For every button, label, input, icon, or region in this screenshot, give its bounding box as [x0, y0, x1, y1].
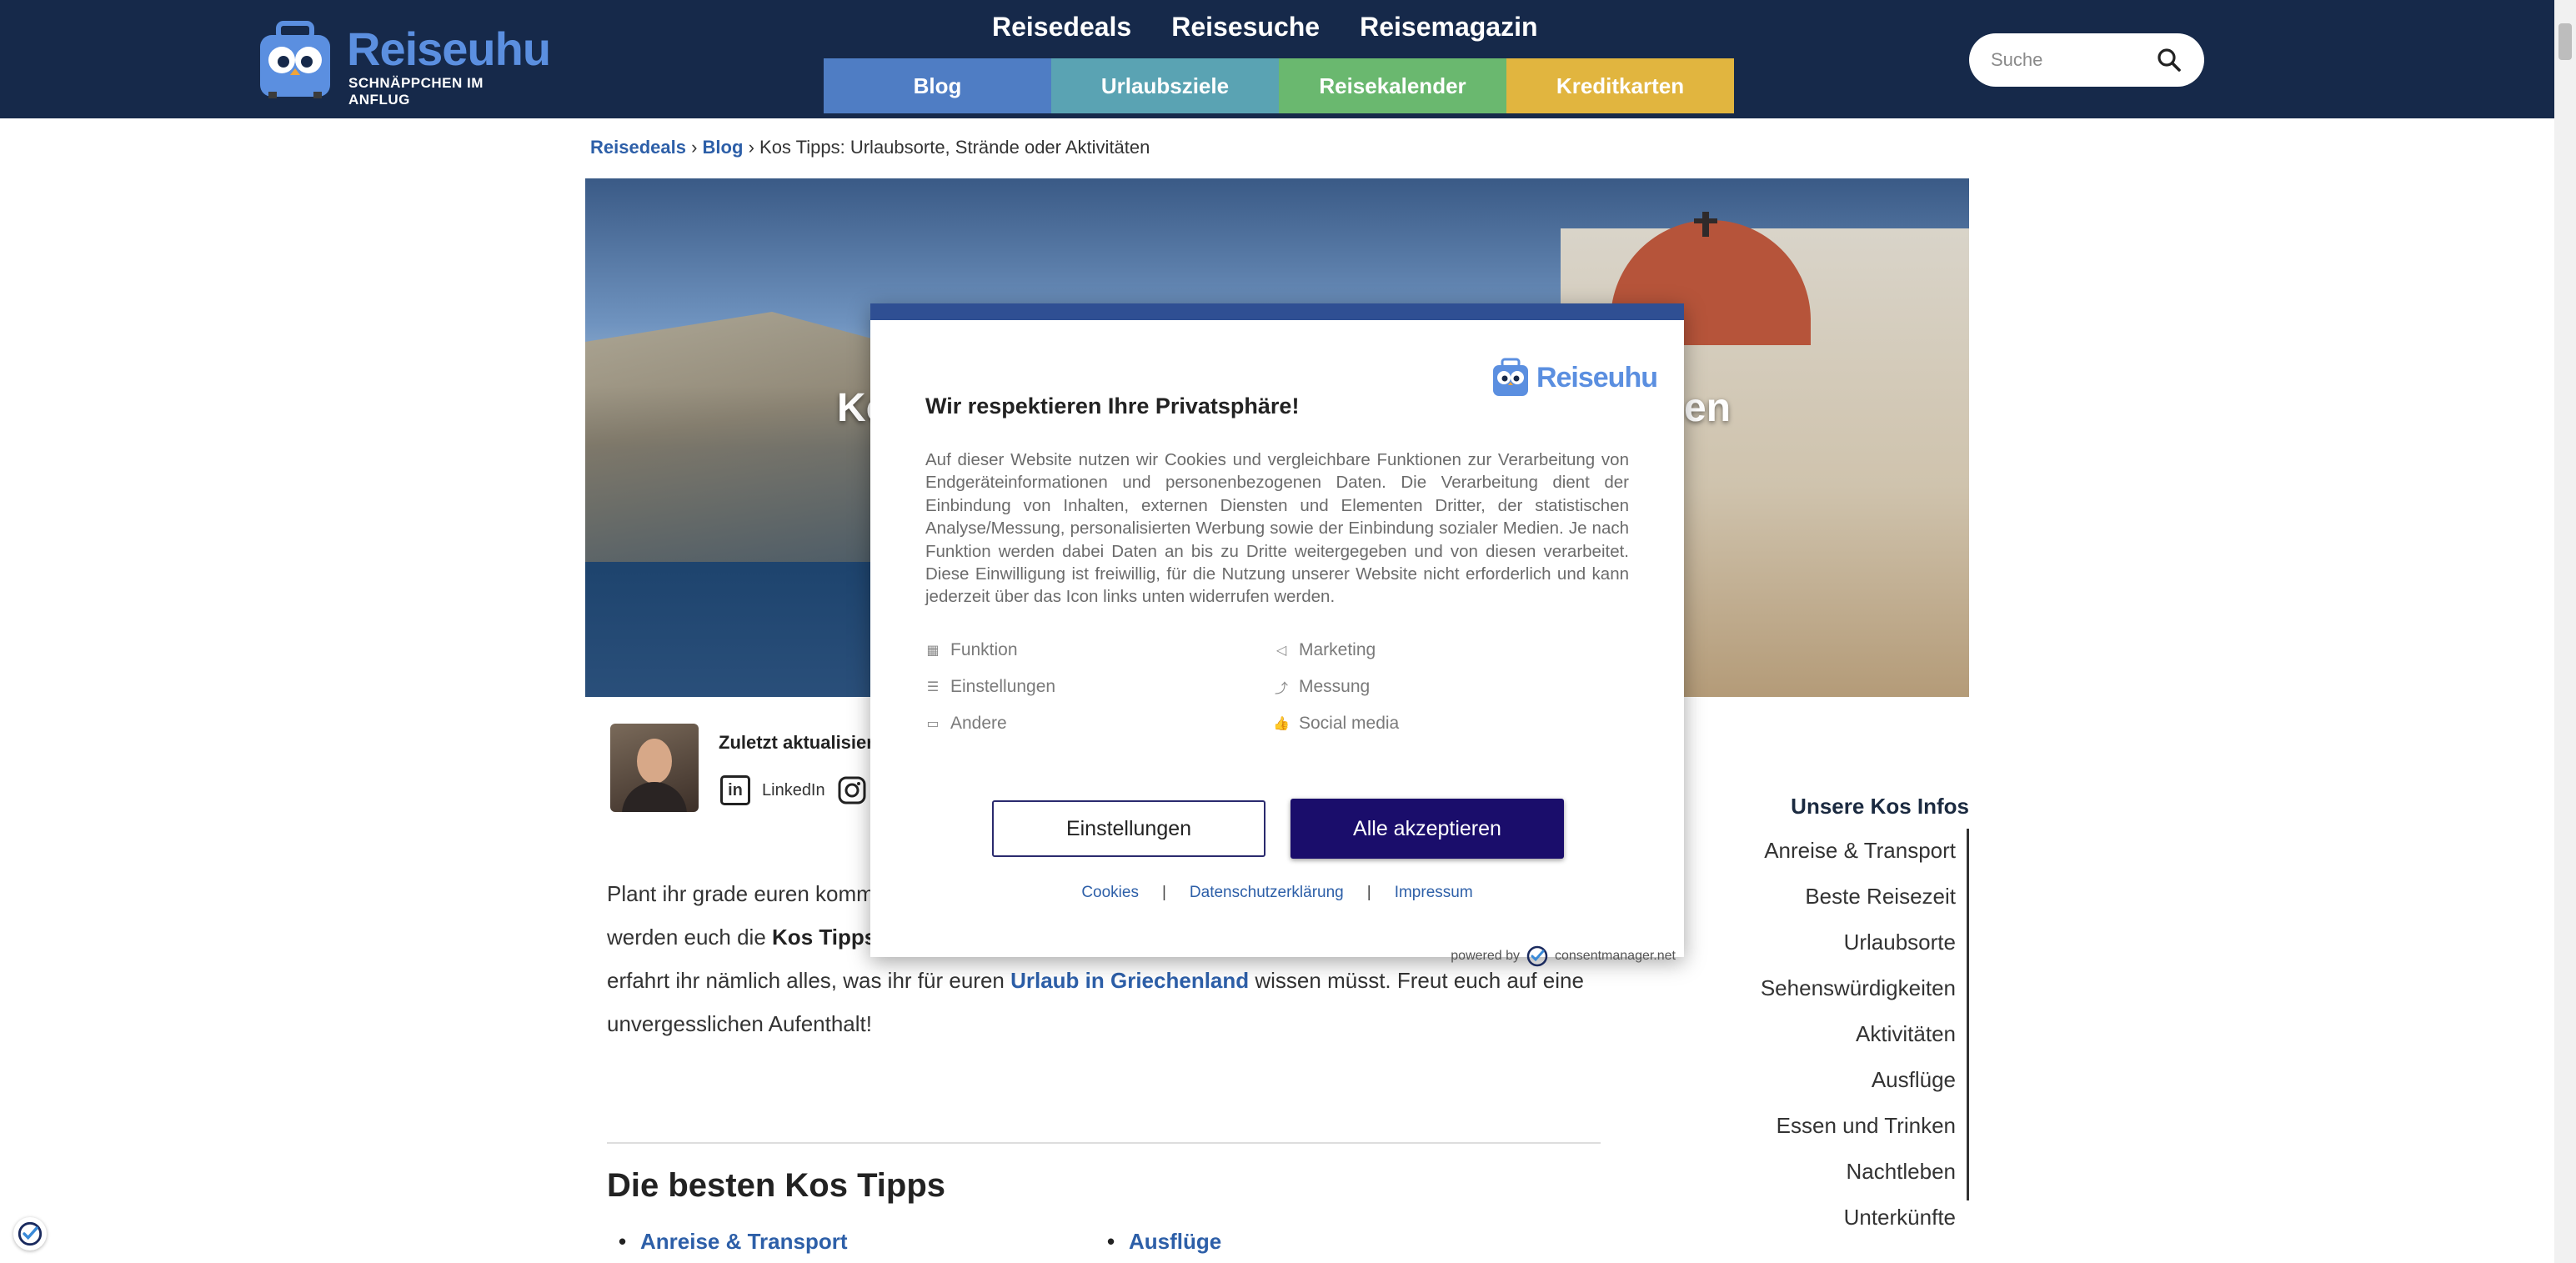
- consent-accept-all-button[interactable]: Alle akzeptieren: [1291, 799, 1564, 859]
- purpose-social-media: 👍 Social media: [1273, 714, 1400, 734]
- page-scrollbar[interactable]: [2554, 0, 2576, 1263]
- powered-by[interactable]: powered by consentmanager.net: [1451, 945, 1676, 967]
- link-datenschutz[interactable]: Datenschutzerklärung: [1190, 884, 1344, 902]
- link-impressum[interactable]: Impressum: [1395, 884, 1473, 902]
- purpose-label: Andere: [950, 714, 1007, 733]
- purpose-label: Einstellungen: [950, 677, 1056, 696]
- megaphone-icon: ◁: [1275, 644, 1287, 658]
- owl-mascot-icon: [1492, 358, 1528, 396]
- chart-icon: ⤴: [1274, 682, 1288, 696]
- purpose-funktion: ▦ Funktion: [925, 640, 1018, 660]
- consent-settings-float-icon[interactable]: [13, 1217, 47, 1250]
- powered-by-label: powered by: [1451, 949, 1520, 963]
- purpose-einstellungen: ☰ Einstellungen: [925, 677, 1055, 697]
- consent-dialog: Reiseuhu Wir respektieren Ihre Privatsph…: [870, 303, 1684, 967]
- consent-title: Wir respektieren Ihre Privatsphäre!: [925, 393, 1300, 418]
- purpose-label: Messung: [1299, 677, 1371, 696]
- purpose-label: Funktion: [950, 640, 1018, 659]
- link-separator: |: [1366, 884, 1371, 901]
- consentmanager-check-icon: [1526, 945, 1548, 967]
- purpose-andere: ▭ Andere: [925, 714, 1007, 734]
- purpose-messung: ⤴ Messung: [1274, 677, 1370, 697]
- powered-by-brand: consentmanager.net: [1555, 949, 1676, 963]
- scrollbar-thumb[interactable]: [2558, 23, 2572, 60]
- consent-settings-button[interactable]: Einstellungen: [992, 800, 1265, 857]
- consent-links: Cookies | Datenschutzerklärung | Impress…: [870, 884, 1684, 902]
- consent-check-icon: [18, 1221, 43, 1246]
- link-separator: |: [1161, 884, 1166, 901]
- consent-text: Auf dieser Website nutzen wir Cookies un…: [925, 450, 1629, 607]
- grid-icon: ▦: [926, 644, 940, 658]
- purpose-label: Marketing: [1299, 640, 1376, 659]
- consent-logo-text: Reiseuhu: [1536, 361, 1658, 393]
- purpose-label: Social media: [1299, 714, 1400, 733]
- purpose-marketing: ◁ Marketing: [1274, 640, 1376, 660]
- thumbs-up-icon: 👍: [1273, 717, 1290, 731]
- link-cookies[interactable]: Cookies: [1081, 884, 1139, 902]
- consent-logo: Reiseuhu: [1490, 357, 1658, 398]
- sliders-icon: ☰: [926, 680, 940, 694]
- chat-icon: ▭: [926, 717, 940, 731]
